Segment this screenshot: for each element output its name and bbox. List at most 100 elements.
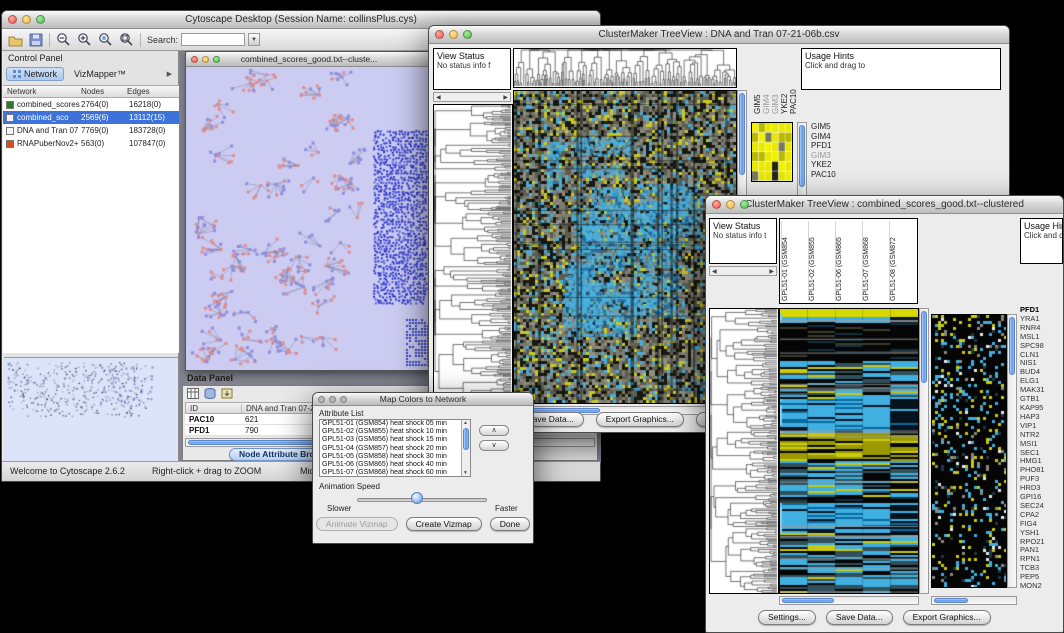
scrollbar-thumb[interactable] bbox=[463, 428, 469, 450]
attribute-item[interactable]: GPL51-06 (GSM865) heat shock 40 min bbox=[320, 461, 470, 469]
dendrogram-hscrollbar[interactable]: ◀ ▶ bbox=[709, 266, 777, 276]
scroll-up-icon[interactable]: ▲ bbox=[463, 420, 468, 426]
gene-label[interactable]: PAC10 bbox=[811, 170, 836, 180]
secondary-heatmap-canvas[interactable] bbox=[932, 315, 1006, 587]
scroll-left-icon[interactable]: ◀ bbox=[710, 268, 719, 275]
zoom-icon[interactable] bbox=[36, 15, 45, 24]
network-table-row[interactable]: combined_sco2569(6)13112(15) bbox=[3, 111, 179, 124]
gene-label[interactable]: GIM4 bbox=[811, 132, 836, 142]
column-label[interactable]: GIM4 bbox=[762, 50, 771, 114]
row-dendrogram-canvas[interactable] bbox=[434, 105, 512, 401]
tab-overflow-icon[interactable]: ▶ bbox=[167, 70, 176, 78]
settings-button[interactable]: Settings... bbox=[758, 610, 816, 625]
database-icon[interactable] bbox=[204, 388, 216, 399]
done-button[interactable]: Done bbox=[490, 517, 530, 531]
zoom-selected-icon[interactable] bbox=[98, 32, 113, 47]
column-label[interactable]: PAC10 bbox=[789, 50, 798, 114]
dendrogram-hscrollbar[interactable]: ◀ ▶ bbox=[433, 92, 511, 102]
move-up-button[interactable]: ∧ bbox=[479, 425, 509, 436]
heatmap-canvas[interactable] bbox=[514, 91, 736, 403]
minimize-icon[interactable] bbox=[726, 200, 735, 209]
attribute-item[interactable]: GPL51-02 (GSM855) heat shock 10 min bbox=[320, 428, 470, 436]
column-label[interactable]: GPL51-02 (GSM855 bbox=[808, 221, 835, 301]
save-data-button[interactable]: Save Data... bbox=[826, 610, 893, 625]
network-table-row[interactable]: RNAPuberNov2+563(0)107847(0) bbox=[3, 137, 179, 150]
column-label[interactable]: GPL51-06 (GSM865 bbox=[835, 221, 862, 301]
close-icon[interactable] bbox=[435, 30, 444, 39]
network-table-row[interactable]: combined_scores2764(0)16218(0) bbox=[3, 98, 179, 111]
zoom-icon[interactable] bbox=[340, 396, 347, 403]
column-label[interactable]: GPL51-01 (GSM854 bbox=[781, 221, 808, 301]
column-label[interactable]: GIM5 bbox=[753, 50, 762, 114]
treeview1-titlebar[interactable]: ClusterMaker TreeView : DNA and Tran 07-… bbox=[429, 26, 1009, 44]
dialog-titlebar[interactable]: Map Colors to Network bbox=[313, 393, 533, 406]
heatmap-hscrollbar[interactable] bbox=[779, 596, 919, 605]
row-dendrogram-canvas[interactable] bbox=[710, 309, 778, 593]
zoom-icon[interactable] bbox=[213, 56, 220, 63]
attribute-item[interactable]: GPL51-03 (GSM856) heat shock 15 min bbox=[320, 436, 470, 444]
network-view-titlebar[interactable]: combined_scores_good.txt--cluste... bbox=[186, 52, 432, 67]
gene-label[interactable]: MON2 bbox=[1020, 582, 1045, 591]
zoom-out-icon[interactable] bbox=[56, 32, 71, 47]
scrollbar-thumb[interactable] bbox=[739, 93, 745, 175]
open-folder-icon[interactable] bbox=[8, 33, 23, 47]
tab-network[interactable]: Network bbox=[6, 67, 64, 81]
export-graphics-button[interactable]: Export Graphics... bbox=[596, 412, 684, 427]
import-icon[interactable] bbox=[221, 388, 233, 399]
save-icon[interactable] bbox=[29, 33, 43, 47]
attribute-list-vscrollbar[interactable]: ▲ ▼ bbox=[461, 420, 470, 476]
gene-label[interactable]: YKE2 bbox=[811, 160, 836, 170]
close-icon[interactable] bbox=[318, 396, 325, 403]
scrollbar-thumb[interactable] bbox=[782, 598, 834, 603]
column-label[interactable]: GPL51-08 (GSM872 bbox=[889, 221, 916, 301]
network-overview-canvas[interactable] bbox=[4, 357, 178, 462]
move-down-button[interactable]: ∨ bbox=[479, 440, 509, 451]
network-view-canvas[interactable] bbox=[186, 67, 432, 370]
column-dendrogram-canvas[interactable] bbox=[514, 49, 736, 87]
treeview2-titlebar[interactable]: ClusterMaker TreeView : combined_scores_… bbox=[706, 196, 1063, 214]
attribute-item[interactable]: GPL51-05 (GSM858) heat shock 30 min bbox=[320, 453, 470, 461]
scroll-right-icon[interactable]: ▶ bbox=[767, 268, 776, 275]
close-icon[interactable] bbox=[712, 200, 721, 209]
search-input[interactable] bbox=[181, 33, 245, 46]
scrollbar-thumb[interactable] bbox=[921, 311, 927, 383]
zoom-in-icon[interactable] bbox=[77, 32, 92, 47]
minimize-icon[interactable] bbox=[449, 30, 458, 39]
correlation-matrix-canvas[interactable] bbox=[752, 123, 792, 181]
attribute-item[interactable]: GPL51-01 (GSM854) heat shock 05 min bbox=[320, 420, 470, 428]
gene-label[interactable]: PFD1 bbox=[811, 141, 836, 151]
table-icon[interactable] bbox=[187, 388, 199, 399]
attribute-item[interactable]: GPL51-04 (GSM857) heat shock 20 min bbox=[320, 445, 470, 453]
scrollbar-thumb[interactable] bbox=[934, 598, 968, 603]
column-label[interactable]: GIM3 bbox=[771, 50, 780, 114]
close-icon[interactable] bbox=[8, 15, 17, 24]
tab-vizmapper[interactable]: VizMapper™ bbox=[68, 68, 132, 80]
close-icon[interactable] bbox=[191, 56, 198, 63]
animate-vizmap-button[interactable]: Animate Vizmap bbox=[316, 517, 398, 531]
network-table-row[interactable]: DNA and Tran 077769(0)183728(0) bbox=[3, 124, 179, 137]
column-label[interactable]: GPL51-07 (GSM868 bbox=[862, 221, 889, 301]
minimize-icon[interactable] bbox=[202, 56, 209, 63]
minimize-icon[interactable] bbox=[22, 15, 31, 24]
heatmap-vscrollbar[interactable] bbox=[919, 308, 929, 594]
minimize-icon[interactable] bbox=[329, 396, 336, 403]
zoom-icon[interactable] bbox=[740, 200, 749, 209]
create-vizmap-button[interactable]: Create Vizmap bbox=[406, 517, 482, 531]
secondary-vscrollbar[interactable] bbox=[1007, 314, 1017, 588]
scrollbar-thumb[interactable] bbox=[1009, 317, 1015, 375]
attribute-item[interactable]: GPL51-07 (GSM868) heat shock 60 min bbox=[320, 469, 470, 477]
gene-label[interactable]: GIM3 bbox=[811, 151, 836, 161]
heatmap-canvas[interactable] bbox=[780, 309, 918, 593]
slider-thumb[interactable] bbox=[411, 492, 423, 504]
export-graphics-button[interactable]: Export Graphics... bbox=[903, 610, 991, 625]
gene-label[interactable]: GIM5 bbox=[811, 122, 836, 132]
search-dropdown-icon[interactable]: ▼ bbox=[248, 33, 260, 46]
column-label[interactable]: YKE2 bbox=[780, 50, 789, 114]
secondary-hscrollbar[interactable] bbox=[931, 596, 1017, 605]
scroll-down-icon[interactable]: ▼ bbox=[463, 470, 468, 476]
zoom-fit-icon[interactable] bbox=[119, 32, 134, 47]
zoom-icon[interactable] bbox=[463, 30, 472, 39]
scrollbar-thumb[interactable] bbox=[799, 125, 805, 187]
scroll-left-icon[interactable]: ◀ bbox=[434, 94, 443, 101]
scroll-right-icon[interactable]: ▶ bbox=[501, 94, 510, 101]
